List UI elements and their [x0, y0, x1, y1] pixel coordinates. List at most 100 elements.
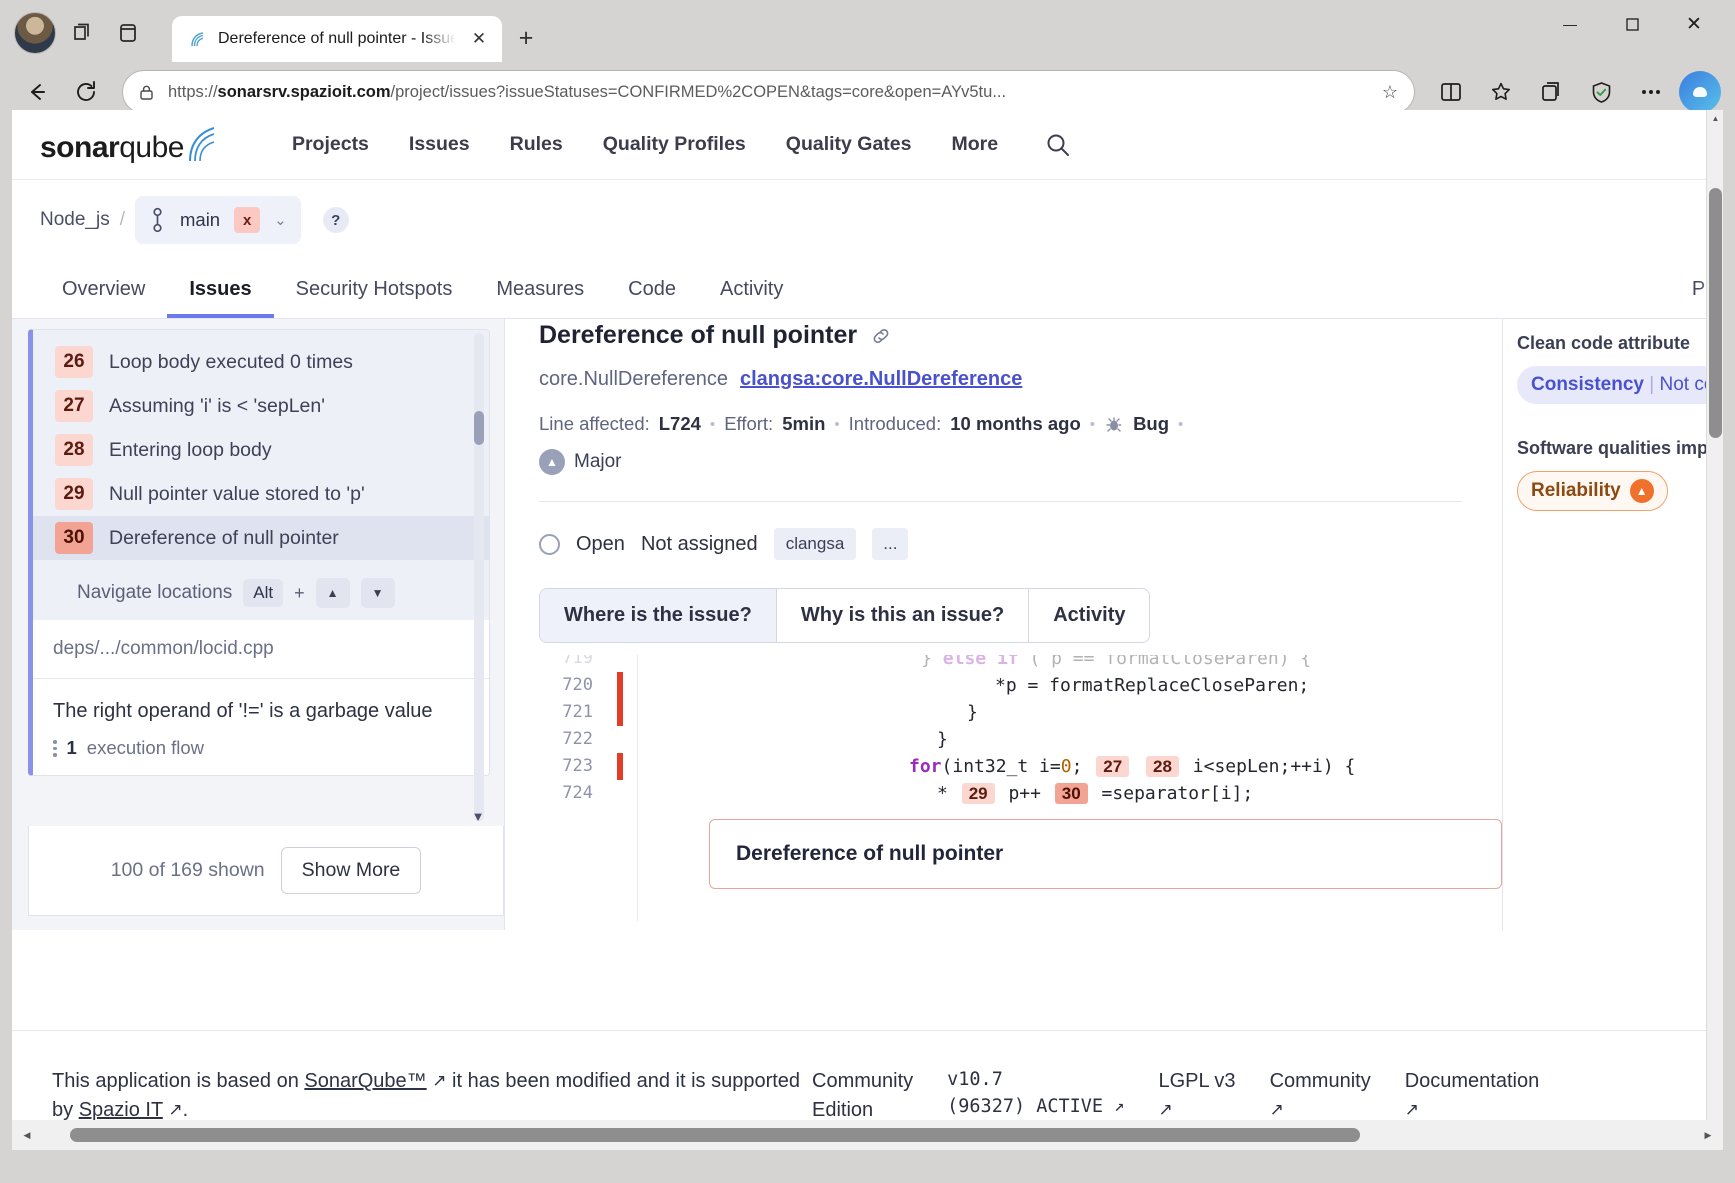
bookmark-star-icon[interactable]: ☆ [1382, 82, 1398, 103]
tab-where-is-the-issue[interactable]: Where is the issue? [540, 589, 777, 642]
scroll-right-icon[interactable]: ▶ [1693, 1130, 1723, 1141]
collections-icon[interactable] [1529, 70, 1573, 114]
avatar[interactable] [14, 12, 56, 54]
execution-flow-label: execution flow [86, 737, 205, 759]
flow-step-26[interactable]: 26 Loop body executed 0 times [33, 340, 489, 384]
chevron-down-icon[interactable]: ⌄ [274, 211, 287, 229]
spazio-it-link[interactable]: Spazio IT [79, 1099, 163, 1121]
navigate-down-button[interactable]: ▼ [360, 578, 395, 608]
maximize-button[interactable] [1601, 0, 1663, 48]
code-line: 722 } [539, 726, 1502, 753]
split-screen-toolbar-icon[interactable] [1429, 70, 1473, 114]
external-link-icon[interactable]: ↗ [1270, 1098, 1284, 1123]
search-icon[interactable] [1044, 131, 1072, 159]
external-link-icon[interactable]: ↗ [1158, 1098, 1172, 1123]
breadcrumb-project[interactable]: Node_js [40, 209, 110, 231]
address-bar[interactable]: https://sonarsrv.spazioit.com/project/is… [122, 70, 1415, 114]
flow-step-30[interactable]: 30 Dereference of null pointer [33, 516, 489, 560]
flow-chip-27[interactable]: 27 [1096, 756, 1130, 777]
nav-item-issues[interactable]: Issues [389, 133, 490, 156]
nav-item-quality-gates[interactable]: Quality Gates [766, 133, 932, 156]
page-scrollbar-horizontal[interactable]: ◀ ▶ [12, 1120, 1723, 1150]
scrollbar-thumb[interactable] [474, 411, 484, 445]
clean-code-attribute-heading: Clean code attribute [1517, 333, 1691, 353]
external-link-icon[interactable]: ↗ [168, 1098, 182, 1123]
code-line-number: 722 [562, 729, 593, 749]
scroll-left-icon[interactable]: ◀ [12, 1130, 42, 1141]
tab-issues[interactable]: Issues [167, 260, 273, 318]
scrollbar-thumb[interactable] [1709, 188, 1722, 438]
split-screen-icon[interactable] [108, 13, 148, 53]
quality-reliability-pill[interactable]: Reliability ▲ [1517, 471, 1668, 511]
flow-step-28[interactable]: 28 Entering loop body [33, 428, 489, 472]
tab-overview[interactable]: Overview [40, 260, 167, 318]
footer-text-before: This application is based on [52, 1070, 305, 1092]
rule-key-link[interactable]: clangsa:core.NullDereference [740, 368, 1022, 391]
issue-tag[interactable]: clangsa [773, 528, 857, 560]
new-tab-button[interactable]: + [508, 20, 544, 56]
tab-code[interactable]: Code [606, 260, 698, 318]
tab-activity[interactable]: Activity [698, 260, 805, 318]
nav-item-more[interactable]: More [932, 133, 1019, 156]
branch-status-badge: x [234, 207, 261, 233]
nav-item-projects[interactable]: Projects [272, 133, 389, 156]
reload-icon[interactable] [64, 70, 108, 114]
status-badge[interactable]: Open [576, 533, 625, 556]
execution-flow-link[interactable]: 1 execution flow [53, 737, 469, 759]
community-link[interactable]: Community [1270, 1067, 1371, 1096]
documentation-link[interactable]: Documentation [1405, 1067, 1540, 1096]
code-gutter [609, 726, 637, 753]
code-line-number: 719 [562, 655, 593, 668]
tab-measures[interactable]: Measures [474, 260, 606, 318]
external-link-icon[interactable]: ↗ [1114, 1094, 1124, 1119]
close-window-button[interactable]: ✕ [1663, 0, 1725, 48]
flow-chip-29[interactable]: 29 [961, 783, 995, 804]
flow-step-27[interactable]: 27 Assuming 'i' is < 'sepLen' [33, 384, 489, 428]
copilot-icon[interactable] [1679, 71, 1721, 113]
nav-item-rules[interactable]: Rules [490, 133, 583, 156]
help-icon[interactable]: ? [322, 207, 349, 233]
browser-tab[interactable]: Dereference of null pointer - Issue ✕ [172, 16, 502, 62]
back-icon[interactable] [14, 70, 58, 114]
tab-activity[interactable]: Activity [1029, 589, 1150, 642]
tab-collections-icon[interactable] [62, 13, 102, 53]
flow-chip-30[interactable]: 30 [1054, 783, 1088, 804]
external-link-icon[interactable]: ↗ [1405, 1098, 1419, 1123]
logo-arcs-icon [188, 126, 215, 161]
code-line-number: 720 [562, 675, 593, 695]
tab-security-hotspots[interactable]: Security Hotspots [274, 260, 475, 318]
branch-selector[interactable]: main x ⌄ [135, 196, 301, 244]
clean-code-attribute-pill[interactable]: Consistency | Not conve [1517, 366, 1723, 404]
page-scrollbar-vertical[interactable]: ▲ ▼ [1706, 110, 1723, 1150]
browser-essentials-icon[interactable] [1579, 70, 1623, 114]
favorites-icon[interactable] [1479, 70, 1523, 114]
tab-why-is-this-an-issue[interactable]: Why is this an issue? [776, 589, 1030, 642]
keyword-for: for [909, 756, 942, 777]
navigate-up-button[interactable]: ▲ [315, 578, 350, 608]
footer-edition: Community Edition [812, 1067, 947, 1125]
assignee[interactable]: Not assigned [641, 533, 758, 556]
flow-step-29[interactable]: 29 Null pointer value stored to 'p' [33, 472, 489, 516]
show-more-button[interactable]: Show More [280, 847, 422, 894]
external-link-icon[interactable]: ↗ [432, 1069, 446, 1094]
flow-chip-28[interactable]: 28 [1146, 756, 1179, 777]
issue-file-path[interactable]: deps/.../common/locid.cpp [33, 620, 489, 679]
minimize-button[interactable]: — [1539, 0, 1601, 48]
code-line-text: for(int32_t i=0; 27 28 i<sepLen;++i) { [909, 756, 1356, 777]
settings-more-icon[interactable] [1629, 70, 1673, 114]
flow-step-number: 29 [55, 478, 93, 510]
flow-step-label: Dereference of null pointer [109, 526, 339, 549]
sonarqube-link[interactable]: SonarQube™ [304, 1070, 426, 1092]
scrollbar-track[interactable] [42, 1120, 1693, 1150]
nav-item-quality-profiles[interactable]: Quality Profiles [583, 133, 766, 156]
close-icon[interactable]: ✕ [466, 26, 492, 52]
scroll-up-icon[interactable]: ▲ [1707, 110, 1723, 127]
issues-list-scrollbar[interactable] [474, 333, 484, 821]
navigate-locations: Navigate locations Alt + ▲ ▼ [33, 568, 489, 620]
list-scroll-down-icon[interactable]: ▼ [469, 809, 487, 824]
issue-tag-more[interactable]: ... [872, 528, 909, 560]
link-icon[interactable] [871, 326, 891, 346]
scrollbar-thumb[interactable] [70, 1128, 1360, 1142]
sonarqube-logo[interactable]: sonarqube [40, 125, 220, 165]
issue-attributes-rail: Clean code attribute Consistency | Not c… [1503, 319, 1723, 930]
